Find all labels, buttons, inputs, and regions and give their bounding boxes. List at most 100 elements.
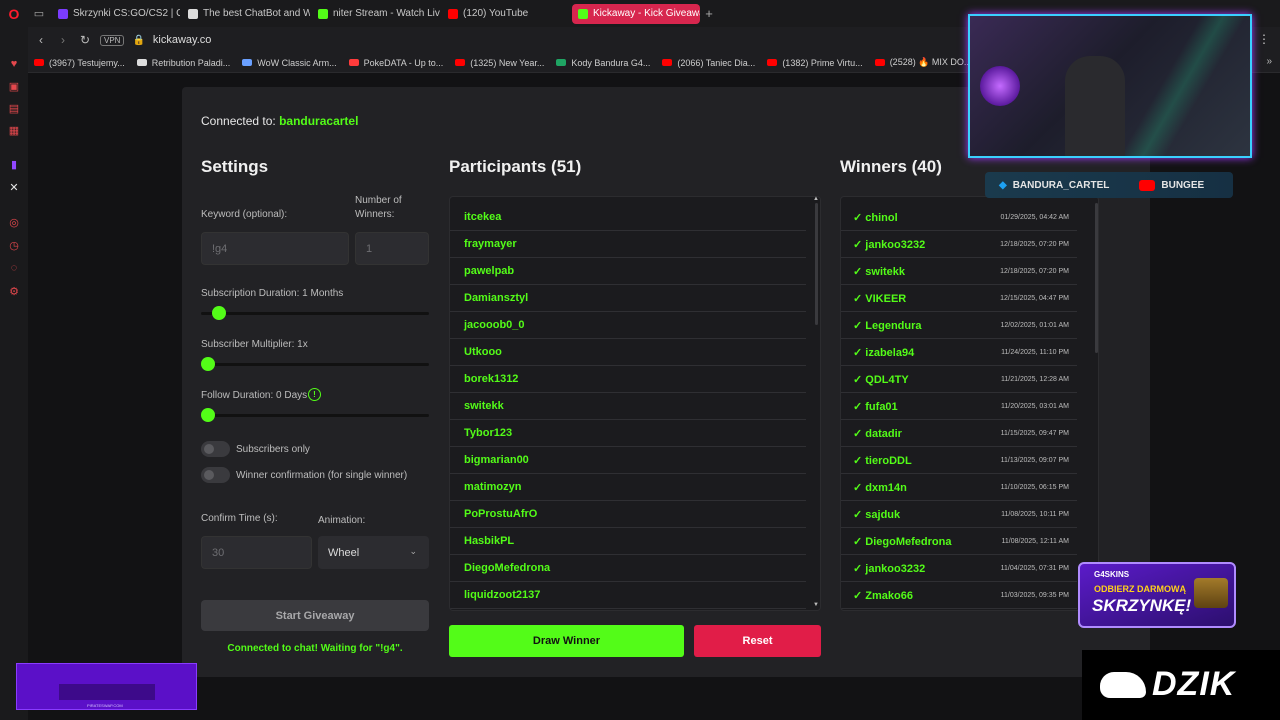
reload-icon[interactable]: ↻ (78, 33, 92, 47)
winner-row[interactable]: ✓ jankoo3232 11/04/2025, 07:31 PM (841, 555, 1077, 582)
tab-search-icon[interactable]: ▭ (28, 4, 50, 24)
winner-row[interactable]: ✓ jankoo3232 12/18/2025, 07:20 PM (841, 231, 1077, 258)
animation-select[interactable]: Wheel ⌄ (318, 536, 429, 569)
bookmark-item[interactable]: WoW Classic Arm... (242, 58, 337, 68)
winners-input[interactable]: 1 (355, 232, 429, 265)
winner-row[interactable]: ✓ izabela94 11/24/2025, 11:10 PM (841, 339, 1077, 366)
bookmark-item[interactable]: (1382) Prime Virtu... (767, 58, 863, 68)
browser-tab[interactable]: Kickaway - Kick Giveaway (572, 3, 700, 24)
participant-row[interactable]: liquidzoot2137 (450, 582, 806, 609)
reset-button[interactable]: Reset (694, 625, 821, 657)
subscribers-only-toggle[interactable] (201, 441, 230, 457)
bookmark-item[interactable]: (1325) New Year... (455, 58, 544, 68)
participant-row[interactable]: matimozyn (450, 474, 806, 501)
bookmark-item[interactable]: Retribution Paladi... (136, 58, 230, 68)
confirm-time-input[interactable]: 30 (201, 536, 312, 569)
subscriber-multiplier-slider[interactable] (201, 363, 429, 366)
winner-name: ✓ QDL4TY (853, 373, 909, 386)
participant-row[interactable]: PoProstuAfrO (450, 501, 806, 528)
winner-row[interactable]: ✓ sajduk 11/08/2025, 10:11 PM (841, 501, 1077, 528)
scroll-down-icon[interactable]: ▼ (813, 602, 819, 608)
winner-row[interactable]: ✓ switekk 12/18/2025, 07:20 PM (841, 258, 1077, 285)
new-tab-button[interactable]: + (700, 5, 718, 23)
draw-winner-button[interactable]: Draw Winner (449, 625, 684, 657)
chat-icon[interactable]: ◌ (7, 261, 21, 275)
heart-icon[interactable]: ♥ (7, 57, 21, 71)
keyword-input[interactable]: !g4 (201, 232, 349, 265)
x-icon[interactable]: ✕ (7, 180, 21, 194)
browser-tab[interactable]: Skrzynki CS:GO/CS2 | G4 (52, 4, 180, 24)
winner-row[interactable]: ✓ tieroDDL 11/13/2025, 09:07 PM (841, 447, 1077, 474)
back-icon[interactable]: ‹ (34, 33, 48, 47)
participant-row[interactable]: jacooob0_0 (450, 312, 806, 339)
boar-icon (1100, 672, 1146, 698)
bookmark-item[interactable]: PokeDATA - Up to... (348, 57, 444, 68)
bookmark-label: (2528) 🔥 MIX DO... (889, 57, 972, 67)
vpn-badge[interactable]: VPN (100, 34, 125, 46)
winner-row[interactable]: ✓ VIKEER 12/15/2025, 04:47 PM (841, 285, 1077, 312)
winner-row[interactable]: ✓ fufa01 11/20/2025, 03:01 AM (841, 393, 1077, 420)
winners-list[interactable]: ✓ chinol 01/29/2025, 04:42 AM ✓ jankoo3232… (840, 196, 1099, 611)
promo-banner: G4SKINS ODBIERZ DARMOWĄ SKRZYNKĘ! (1078, 562, 1236, 628)
participant-row[interactable]: switekk (450, 393, 806, 420)
winner-date: 11/10/2025, 06:15 PM (1000, 483, 1069, 491)
browser-tab[interactable]: The best ChatBot and Wi (182, 4, 310, 24)
winner-row[interactable]: ✓ dxm14n 11/10/2025, 06:15 PM (841, 474, 1077, 501)
bookmark-item[interactable]: Kody Bandura G4... (556, 58, 650, 68)
bag-icon[interactable]: ▣ (7, 79, 21, 93)
subscription-duration-slider[interactable] (201, 312, 429, 315)
winner-confirmation-toggle[interactable] (201, 467, 230, 483)
participant-row[interactable]: pawelpab (450, 258, 806, 285)
winner-row[interactable]: ✓ DiegoMefedrona 11/08/2025, 12:11 AM (841, 528, 1077, 555)
winner-row[interactable]: ✓ QDL4TY 11/21/2025, 12:28 AM (841, 366, 1077, 393)
bookmark-item[interactable]: (2066) Taniec Dia... (662, 58, 755, 68)
winner-date: 12/02/2025, 01:01 AM (1000, 321, 1070, 329)
participant-row[interactable]: borek1312 (450, 366, 806, 393)
participants-scrollbar[interactable] (815, 203, 818, 325)
winner-row[interactable]: ✓ Zmako66 11/03/2025, 09:35 PM (841, 582, 1077, 609)
forward-icon[interactable]: › (56, 33, 70, 47)
participant-row[interactable]: itcekea (450, 204, 806, 231)
participant-row[interactable]: Damiansztyl (450, 285, 806, 312)
clock-icon[interactable]: ◷ (7, 238, 21, 252)
participant-row[interactable]: HasbikPL (450, 528, 806, 555)
winners-scrollbar[interactable] (1095, 203, 1098, 353)
follow-duration-thumb[interactable] (201, 408, 215, 422)
browser-tab[interactable]: (120) YouTube (442, 4, 570, 24)
info-icon[interactable]: ! (308, 388, 321, 401)
participant-row[interactable]: Utkooo (450, 339, 806, 366)
subscriber-multiplier-thumb[interactable] (201, 357, 215, 371)
winners-label-line2: Winners: (355, 209, 395, 220)
bookmark-label: PokeDATA - Up to... (363, 57, 444, 68)
menu-dots-icon[interactable]: ⋮ (1258, 32, 1270, 46)
opera-logo-icon[interactable]: O (0, 0, 28, 27)
bookmark-item[interactable]: (3967) Testujemy... (34, 58, 125, 68)
treasure-chest-icon (1194, 578, 1228, 608)
settings-gear-icon[interactable]: ⚙ (7, 284, 21, 298)
twitch-icon[interactable]: ▮ (7, 157, 21, 171)
winner-row[interactable]: ✓ Legendura 12/02/2025, 01:01 AM (841, 312, 1077, 339)
participant-row[interactable]: Tybor123 (450, 420, 806, 447)
more-bookmarks-icon[interactable]: » (1266, 56, 1272, 67)
winner-row[interactable]: ✓ chinol 01/29/2025, 04:42 AM (841, 204, 1077, 231)
winner-row[interactable]: ✓ datadir 11/15/2025, 09:47 PM (841, 420, 1077, 447)
player-icon[interactable]: ▦ (7, 123, 21, 137)
history-icon[interactable]: ◎ (7, 215, 21, 229)
subscription-duration-thumb[interactable] (211, 306, 226, 320)
participant-row[interactable]: bigmarian00 (450, 447, 806, 474)
winner-name: ✓ tieroDDL (853, 454, 912, 467)
url-field[interactable]: kickaway.co (153, 34, 211, 46)
participants-list[interactable]: itcekea fraymayer pawelpab Damiansztyl jacoo… (449, 196, 821, 611)
bookmark-item[interactable]: (2528) 🔥 MIX DO... (874, 57, 972, 68)
messenger-icon[interactable]: ▤ (7, 101, 21, 115)
start-giveaway-button[interactable]: Start Giveaway (201, 600, 429, 631)
scroll-up-icon[interactable]: ▲ (813, 196, 819, 202)
winner-date: 11/20/2025, 03:01 AM (1001, 402, 1069, 410)
lock-icon[interactable]: 🔒 (132, 35, 144, 46)
bookmark-favicon-icon (767, 59, 778, 66)
participant-row[interactable]: fraymayer (450, 231, 806, 258)
participant-row[interactable]: DiegoMefedrona (450, 555, 806, 582)
follow-duration-slider[interactable] (201, 414, 429, 417)
webcam-overlay (968, 14, 1252, 158)
browser-tab[interactable]: niter Stream - Watch Live (312, 4, 440, 24)
